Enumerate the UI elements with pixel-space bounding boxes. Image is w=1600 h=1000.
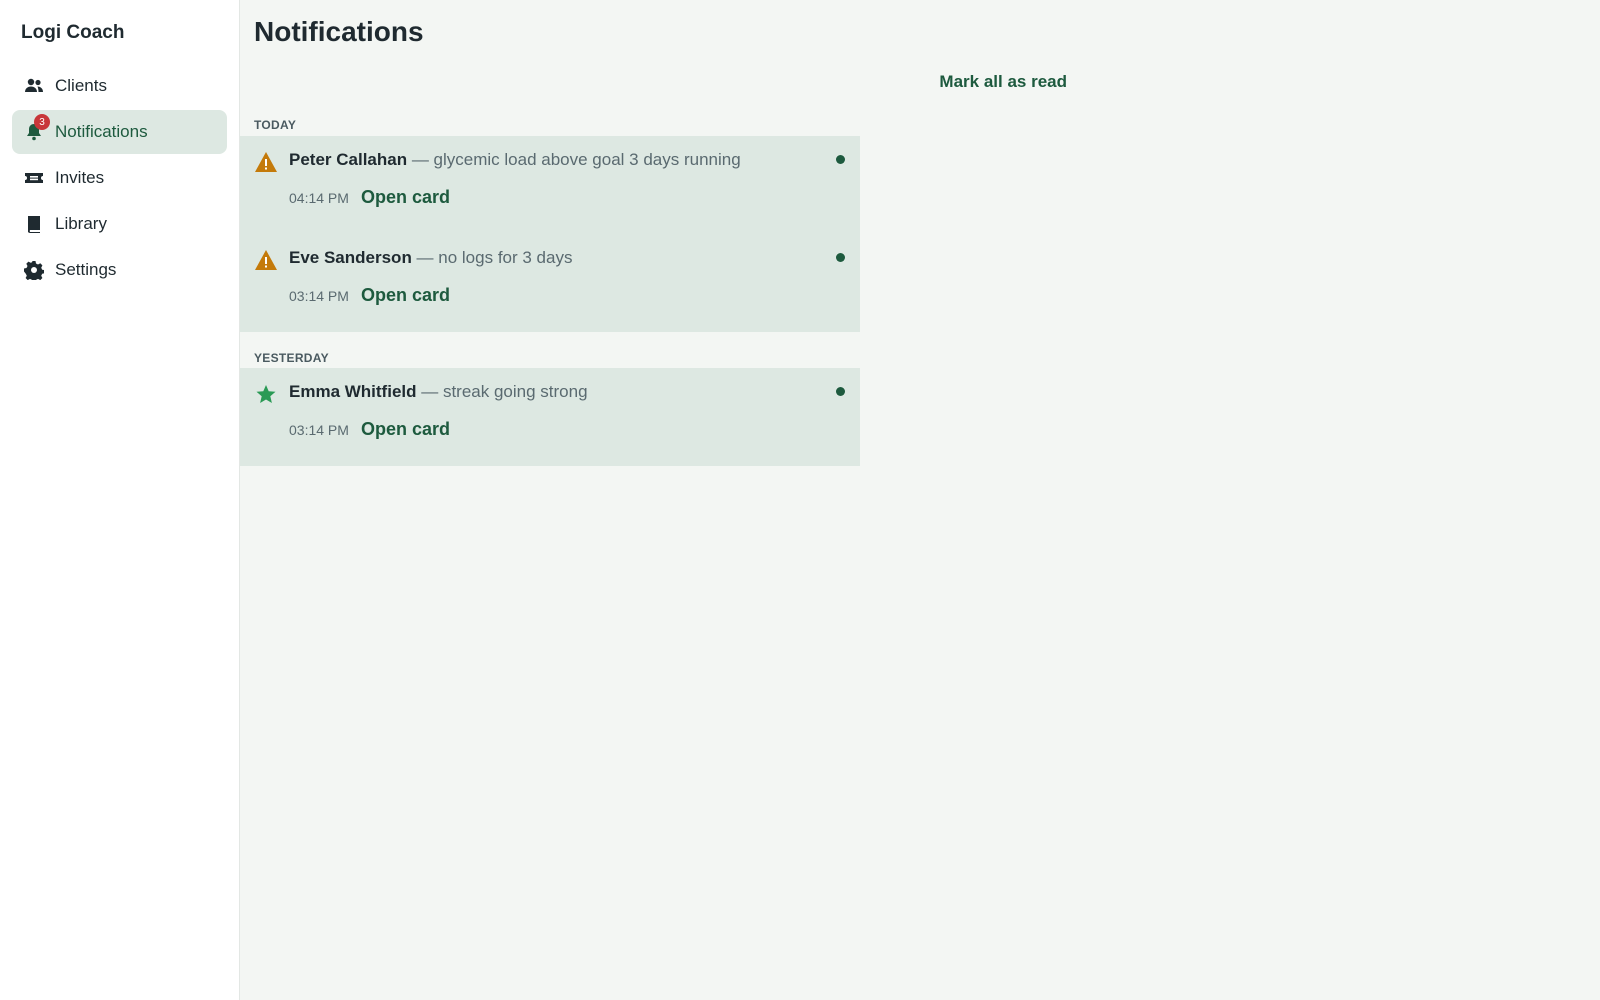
section-label-today: TODAY [254,118,297,132]
sidebar-item-label: Invites [55,168,105,187]
notification-text: Peter Callahan — glycemic load above goa… [289,150,741,170]
client-name: Eve Sanderson [289,248,412,267]
sidebar-item-label: Clients [55,76,107,95]
bell-icon: 3 [24,114,50,142]
notification-message: — glycemic load above goal 3 days runnin… [407,150,741,169]
section-label-yesterday: YESTERDAY [254,351,329,365]
sidebar-item-settings[interactable]: Settings [12,248,227,292]
client-name: Peter Callahan [289,150,408,169]
mark-all-read-button[interactable]: Mark all as read [710,72,1067,92]
notification-text: Emma Whitfield — streak going strong [289,382,588,402]
sidebar: Logi Coach Clients 3 Notifications Invit… [0,0,240,1000]
warning-icon [254,150,278,174]
notification-group-today: Peter Callahan — glycemic load above goa… [240,136,860,332]
brand-name: Logi Coach [21,22,125,43]
sidebar-item-library[interactable]: Library [12,202,227,246]
warning-icon [254,248,278,272]
notification-text: Eve Sanderson — no logs for 3 days [289,248,572,268]
users-icon [24,76,44,96]
book-icon [24,214,44,234]
notification-count-badge: 3 [34,114,50,130]
notification-group-yesterday: Emma Whitfield — streak going strong 03:… [240,368,860,466]
notification-message: — streak going strong [416,382,588,401]
sidebar-item-clients[interactable]: Clients [12,64,227,108]
unread-indicator [836,387,845,396]
open-card-link[interactable]: Open card [361,419,450,440]
notification-time: 03:14 PM [289,288,349,304]
sidebar-item-label: Notifications [55,122,148,141]
open-card-link[interactable]: Open card [361,187,450,208]
notification-item[interactable]: Eve Sanderson — no logs for 3 days 03:14… [240,234,860,332]
sidebar-item-label: Library [55,214,107,233]
notification-message: — no logs for 3 days [411,248,573,267]
unread-indicator [836,253,845,262]
sidebar-item-notifications[interactable]: 3 Notifications [12,110,227,154]
notification-time: 03:14 PM [289,422,349,438]
open-card-link[interactable]: Open card [361,285,450,306]
notification-item[interactable]: Emma Whitfield — streak going strong 03:… [240,368,860,466]
star-icon [254,382,278,406]
sidebar-item-label: Settings [55,260,117,279]
client-name: Emma Whitfield [289,382,417,401]
gear-icon [24,260,44,280]
notification-time: 04:14 PM [289,190,349,206]
unread-indicator [836,155,845,164]
main-content: Notifications Mark all as read TODAY Pet… [240,0,1600,1000]
page-title: Notifications [254,16,424,47]
sidebar-item-invites[interactable]: Invites [12,156,227,200]
notification-item[interactable]: Peter Callahan — glycemic load above goa… [240,136,860,234]
ticket-icon [24,168,44,188]
sidebar-nav: Clients 3 Notifications Invites Library [12,64,227,294]
